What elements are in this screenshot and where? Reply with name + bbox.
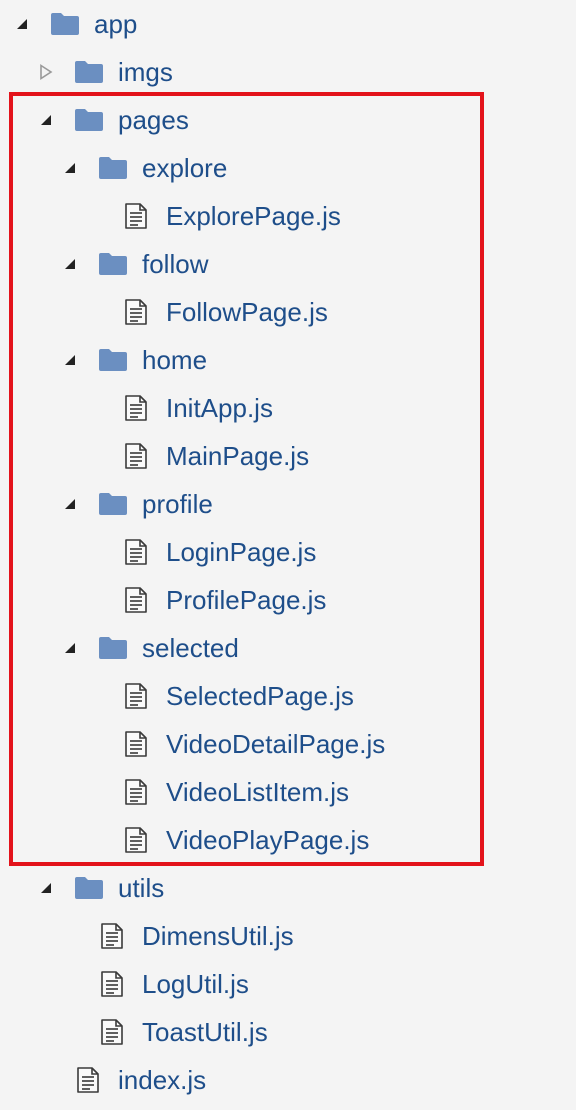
tree-item-label: follow — [142, 249, 209, 279]
tree-item-label: SelectedPage.js — [166, 681, 354, 711]
tree-item-label: selected — [142, 633, 239, 663]
tree-file-selectedpage-js[interactable]: SelectedPage.js — [0, 672, 576, 720]
expanded-triangle-icon[interactable] — [60, 638, 80, 658]
tree-folder-imgs[interactable]: imgs — [0, 48, 576, 96]
tree-item-label: MainPage.js — [166, 441, 310, 471]
file-icon — [100, 1019, 130, 1045]
tree-item-label: FollowPage.js — [166, 297, 328, 327]
tree-item-label: VideoDetailPage.js — [166, 729, 386, 759]
tree-file-videoplaypage-js[interactable]: VideoPlayPage.js — [0, 816, 576, 864]
tree-file-followpage-js[interactable]: FollowPage.js — [0, 288, 576, 336]
tree-item-label: VideoListItem.js — [166, 777, 350, 807]
tree-folder-utils[interactable]: utils — [0, 864, 576, 912]
expanded-triangle-icon[interactable] — [36, 110, 56, 130]
file-icon — [124, 683, 154, 709]
folder-icon — [74, 108, 104, 132]
tree-file-videodetailpage-js[interactable]: VideoDetailPage.js — [0, 720, 576, 768]
tree-file-videolistitem-js[interactable]: VideoListItem.js — [0, 768, 576, 816]
tree-item-label: DimensUtil.js — [142, 921, 294, 951]
file-icon — [124, 443, 154, 469]
tree-file-profilepage-js[interactable]: ProfilePage.js — [0, 576, 576, 624]
file-icon — [124, 539, 154, 565]
folder-icon — [98, 636, 128, 660]
expanded-triangle-icon[interactable] — [12, 14, 32, 34]
tree-item-label: pages — [118, 105, 189, 135]
folder-icon — [98, 492, 128, 516]
file-icon — [76, 1067, 106, 1093]
tree-file-initapp-js[interactable]: InitApp.js — [0, 384, 576, 432]
tree-item-label: profile — [142, 489, 213, 519]
tree-folder-explore[interactable]: explore — [0, 144, 576, 192]
tree-file-logutil-js[interactable]: LogUtil.js — [0, 960, 576, 1008]
file-icon — [124, 203, 154, 229]
expanded-triangle-icon[interactable] — [36, 878, 56, 898]
tree-item-label: imgs — [118, 57, 173, 87]
tree-item-label: home — [142, 345, 208, 375]
tree-item-label: index.js — [118, 1065, 207, 1095]
collapsed-triangle-icon[interactable] — [36, 62, 56, 82]
tree-file-mainpage-js[interactable]: MainPage.js — [0, 432, 576, 480]
tree-item-label: VideoPlayPage.js — [166, 825, 370, 855]
file-icon — [124, 395, 154, 421]
expanded-triangle-icon[interactable] — [60, 254, 80, 274]
expanded-triangle-icon[interactable] — [60, 158, 80, 178]
tree-item-label: explore — [142, 153, 228, 183]
file-icon — [124, 731, 154, 757]
tree-folder-follow[interactable]: follow — [0, 240, 576, 288]
file-icon — [100, 971, 130, 997]
tree-file-toastutil-js[interactable]: ToastUtil.js — [0, 1008, 576, 1056]
folder-icon — [98, 156, 128, 180]
file-icon — [124, 779, 154, 805]
tree-folder-app[interactable]: app — [0, 0, 576, 48]
tree-file-explorepage-js[interactable]: ExplorePage.js — [0, 192, 576, 240]
file-icon — [124, 827, 154, 853]
tree-item-label: LoginPage.js — [166, 537, 317, 567]
tree-item-label: ExplorePage.js — [166, 201, 341, 231]
tree-file-index-js[interactable]: index.js — [0, 1056, 576, 1104]
tree-item-label: InitApp.js — [166, 393, 273, 423]
folder-icon — [50, 12, 80, 36]
tree-item-label: app — [94, 9, 138, 39]
tree-folder-profile[interactable]: profile — [0, 480, 576, 528]
folder-icon — [98, 348, 128, 372]
expanded-triangle-icon[interactable] — [60, 350, 80, 370]
tree-folder-pages[interactable]: pages — [0, 96, 576, 144]
tree-folder-selected[interactable]: selected — [0, 624, 576, 672]
tree-item-label: ProfilePage.js — [166, 585, 327, 615]
folder-icon — [98, 252, 128, 276]
file-icon — [100, 923, 130, 949]
tree-folder-home[interactable]: home — [0, 336, 576, 384]
folder-icon — [74, 876, 104, 900]
tree-item-label: LogUtil.js — [142, 969, 249, 999]
file-icon — [124, 299, 154, 325]
folder-icon — [74, 60, 104, 84]
tree-file-loginpage-js[interactable]: LoginPage.js — [0, 528, 576, 576]
tree-file-dimensutil-js[interactable]: DimensUtil.js — [0, 912, 576, 960]
file-explorer-tree: app imgs pages explore ExplorePage.js follow F… — [0, 0, 576, 1110]
tree-item-label: utils — [118, 873, 165, 903]
tree-item-label: ToastUtil.js — [142, 1017, 268, 1047]
expanded-triangle-icon[interactable] — [60, 494, 80, 514]
file-icon — [124, 587, 154, 613]
